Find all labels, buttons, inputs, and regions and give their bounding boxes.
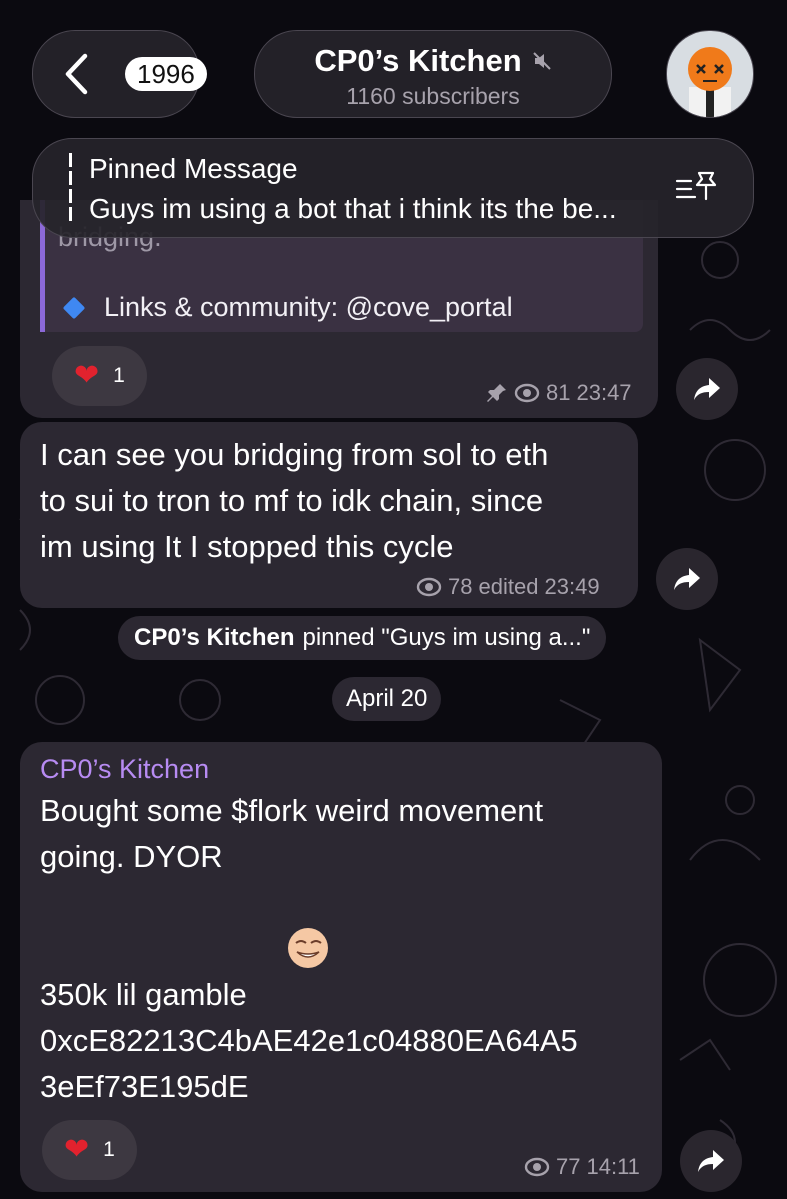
contract-address[interactable]: 0xcE82213C4bAE42e1c04880EA64A5 3eEf73E19… bbox=[40, 1018, 578, 1110]
channel-header[interactable]: CP0’s Kitchen 1160 subscribers bbox=[254, 30, 612, 118]
share-arrow-icon bbox=[694, 378, 720, 400]
message-time: 14:11 bbox=[586, 1154, 640, 1179]
pinned-title: Pinned Message bbox=[89, 153, 298, 184]
pinned-list-icon[interactable] bbox=[675, 169, 719, 203]
subscriber-count: 1160 subscribers bbox=[346, 83, 520, 109]
message-text-line2: 350k lil gamble bbox=[40, 926, 247, 1018]
service-actor: CP0’s Kitchen bbox=[134, 624, 295, 651]
back-button[interactable]: 1996 bbox=[32, 30, 207, 118]
links-community-line[interactable]: Links & community: @cove_portal bbox=[62, 292, 513, 323]
views-eye-icon bbox=[416, 577, 442, 597]
date-label: April 20 bbox=[346, 685, 428, 712]
message-meta-1: 81 23:47 bbox=[486, 380, 632, 406]
date-separator: April 20 bbox=[332, 677, 442, 721]
share-button[interactable] bbox=[680, 1130, 742, 1192]
avatar bbox=[667, 31, 753, 117]
service-action: pinned "Guys im using a..." bbox=[302, 624, 591, 651]
heart-reaction-icon: ❤ bbox=[74, 359, 100, 392]
message-text-gamble: 350k lil gamble bbox=[40, 977, 247, 1012]
pinned-preview: Guys im using a bot that i think its the… bbox=[89, 193, 617, 224]
blue-diamond-emoji-icon bbox=[62, 296, 86, 319]
pinned-message-bar[interactable]: Pinned Message Guys im using a bot that … bbox=[32, 138, 754, 238]
pinned-indicator bbox=[69, 153, 72, 223]
message-author[interactable]: CP0’s Kitchen bbox=[40, 754, 209, 785]
heart-reaction-button[interactable]: ❤ 1 bbox=[52, 346, 147, 406]
channel-title-row: CP0’s Kitchen bbox=[255, 43, 611, 79]
message-text: I can see you bridging from sol to eth t… bbox=[40, 437, 549, 564]
share-arrow-icon bbox=[674, 568, 700, 590]
muted-speaker-icon bbox=[532, 52, 551, 70]
share-button[interactable] bbox=[656, 548, 718, 610]
pin-icon bbox=[487, 384, 506, 402]
message-meta-2: 78 edited 23:49 bbox=[416, 574, 600, 600]
chevron-left-icon bbox=[65, 53, 88, 95]
channel-title: CP0’s Kitchen bbox=[314, 43, 522, 78]
share-arrow-icon bbox=[698, 1150, 724, 1172]
views-eye-icon bbox=[514, 383, 540, 403]
views-eye-icon bbox=[524, 1157, 550, 1177]
unread-count-badge: 1996 bbox=[125, 57, 207, 91]
reaction-count: 1 bbox=[113, 364, 125, 387]
grinning-face-emoji-icon bbox=[288, 928, 328, 968]
view-count: 78 bbox=[448, 574, 473, 599]
edited-time: edited 23:49 bbox=[478, 574, 600, 599]
heart-reaction-button[interactable]: ❤ 1 bbox=[42, 1120, 137, 1180]
service-message-pinned[interactable]: CP0’s Kitchen pinned "Guys im using a...… bbox=[118, 616, 607, 660]
share-button[interactable] bbox=[676, 358, 738, 420]
heart-reaction-icon: ❤ bbox=[64, 1133, 90, 1166]
reaction-count: 1 bbox=[103, 1138, 115, 1161]
view-count: 81 bbox=[546, 380, 571, 405]
links-community-text: Links & community: @cove_portal bbox=[104, 292, 513, 322]
view-count: 77 bbox=[556, 1154, 581, 1179]
message-meta-3: 77 14:11 bbox=[524, 1154, 640, 1180]
channel-avatar[interactable] bbox=[666, 30, 754, 118]
message-time: 23:47 bbox=[576, 380, 632, 405]
message-text-line1: Bought some $flork weird movement going.… bbox=[40, 793, 544, 874]
